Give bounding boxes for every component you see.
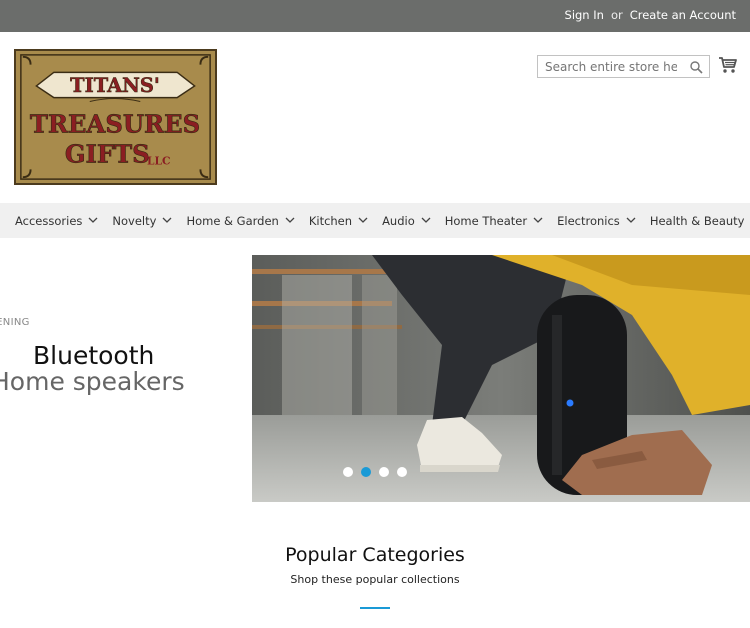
top-header-bar: Sign In or Create an Account [0,0,750,32]
logo-line2: TREASURES [30,110,200,139]
nav-item-electronics[interactable]: Electronics [557,214,636,228]
nav-item-label: Novelty [112,213,157,228]
slider-dot-2[interactable] [361,467,371,477]
logo-suffix: LLC [147,155,170,168]
hero-slide-image[interactable] [252,255,750,502]
nav-item-home-garden[interactable]: Home & Garden [186,213,295,228]
nav-item-label: Home & Garden [186,213,279,228]
search-icon[interactable] [689,60,703,74]
hero-eyebrow: LISTENING [0,317,30,328]
chevron-down-icon [162,217,172,223]
nav-item-home-theater[interactable]: Home Theater [445,214,543,228]
section-divider [360,607,390,609]
account-links: Sign In or Create an Account [565,8,736,22]
search-box [537,55,710,78]
hero-title-line2: Home speakers [0,367,185,396]
nav-item-accessories[interactable]: Accessories [15,214,98,228]
chevron-down-icon [533,217,543,223]
chevron-down-icon [88,217,98,223]
popular-categories-subtitle: Shop these popular collections [290,573,460,586]
shopping-cart-icon[interactable] [718,56,738,74]
nav-item-novelty[interactable]: Novelty [112,214,172,228]
create-account-link[interactable]: Create an Account [630,8,736,22]
nav-item-audio[interactable]: Audio [382,214,431,228]
nav-item-label: Kitchen [308,213,353,228]
logo-line3: GIFTS [65,140,150,169]
popular-categories-title: Popular Categories [285,544,465,566]
logo-graphic: TITANS' TREASURES GIFTS LLC [20,54,211,180]
search-input[interactable] [538,56,684,78]
slider-dot-4[interactable] [397,467,407,477]
chevron-down-icon [626,217,636,223]
nav-item-label: Electronics [557,213,620,228]
slider-dot-3[interactable] [379,467,389,477]
slider-dots [343,467,407,477]
store-logo[interactable]: TITANS' TREASURES GIFTS LLC [14,49,217,185]
nav-item-label: Accessories [15,213,83,228]
nav-item-kitchen[interactable]: Kitchen [309,214,368,228]
hero-title-line1: Bluetooth [33,341,155,370]
nav-item-health-beauty[interactable]: Health & Beauty [650,214,750,228]
main-navigation: Accessories Novelty Home & Garden Kitche… [0,203,750,238]
or-separator: or [610,8,623,22]
slider-dot-1[interactable] [343,467,353,477]
chevron-down-icon [421,217,431,223]
chevron-down-icon [358,217,368,223]
sign-in-link[interactable]: Sign In [565,8,604,22]
logo-line1: TITANS' [70,74,160,97]
nav-item-label: Health & Beauty [649,213,745,228]
nav-item-label: Audio [382,213,415,228]
speaker-photo [252,255,750,502]
hero-text-panel: LISTENING Bluetooth Home speakers [0,255,252,502]
nav-item-label: Home Theater [444,213,528,228]
chevron-down-icon [285,217,295,223]
